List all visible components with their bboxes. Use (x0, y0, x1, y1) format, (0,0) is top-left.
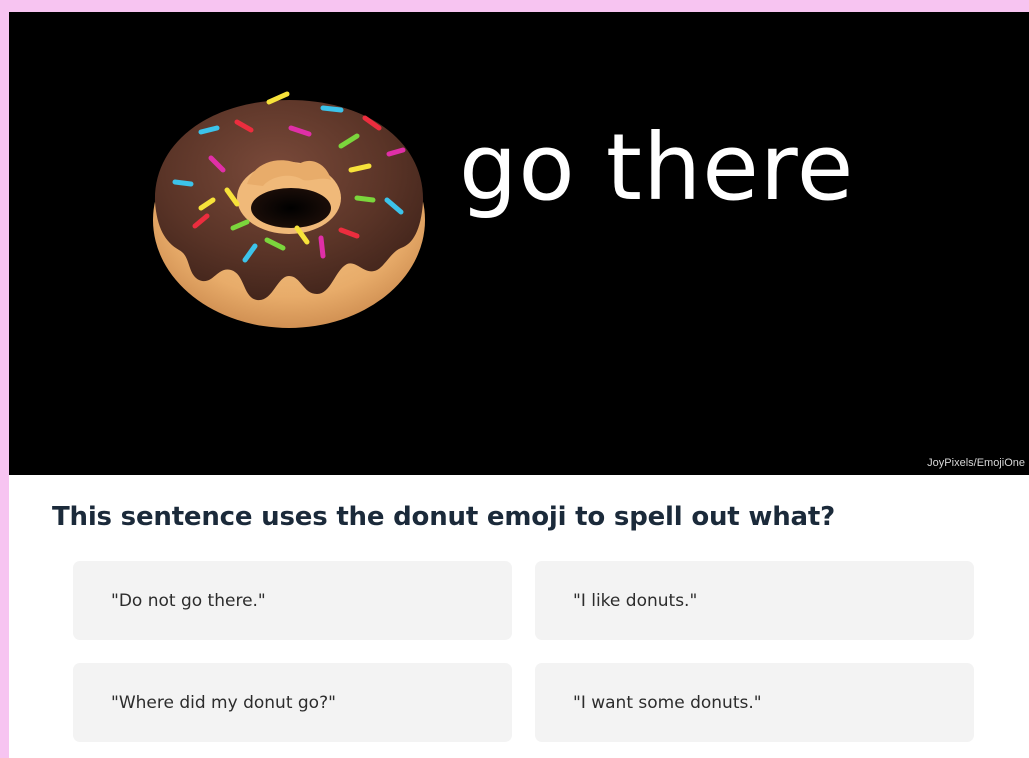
answer-option-3[interactable]: "Where did my donut go?" (73, 663, 512, 742)
answer-options: "Do not go there." "I like donuts." "Whe… (73, 561, 974, 742)
answer-option-4[interactable]: "I want some donuts." (535, 663, 974, 742)
answer-option-2[interactable]: "I like donuts." (535, 561, 974, 640)
question-text: This sentence uses the donut emoji to sp… (52, 502, 835, 532)
quiz-card: go there JoyPixels/EmojiOne This sentenc… (9, 12, 1029, 758)
quiz-image: go there JoyPixels/EmojiOne (9, 12, 1029, 475)
image-credit: JoyPixels/EmojiOne (927, 457, 1025, 469)
answer-option-1[interactable]: "Do not go there." (73, 561, 512, 640)
hero-caption: go there (459, 114, 855, 221)
donut-emoji-icon (153, 91, 425, 328)
